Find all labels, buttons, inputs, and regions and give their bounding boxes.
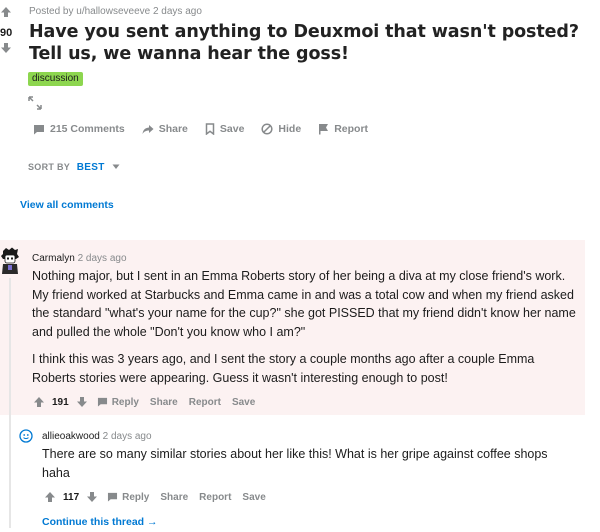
- comment-paragraph: I think this was 3 years ago, and I sent…: [32, 352, 535, 385]
- comment-author[interactable]: Carmalyn: [32, 253, 75, 264]
- share-button[interactable]: Share: [150, 397, 178, 408]
- sort-dropdown[interactable]: SORT BY BEST: [28, 162, 120, 173]
- share-icon: [142, 124, 154, 134]
- downvote-icon[interactable]: [0, 42, 12, 54]
- share-button[interactable]: Share: [142, 123, 188, 135]
- downvote-icon[interactable]: [86, 491, 98, 503]
- comments-button[interactable]: 215 Comments: [33, 123, 125, 135]
- chevron-down-icon: [112, 164, 120, 169]
- view-all-comments-link[interactable]: View all comments: [20, 199, 114, 211]
- report-button[interactable]: Report: [318, 123, 368, 135]
- comment-time: 2 days ago: [102, 431, 152, 442]
- comment-score: 191: [52, 396, 69, 408]
- comment-meta: allieoakwood 2 days ago: [42, 431, 152, 442]
- continue-thread-label: Continue this thread: [42, 516, 145, 528]
- report-label: Report: [334, 123, 369, 135]
- save-label: Save: [219, 123, 245, 135]
- upvote-icon[interactable]: [33, 396, 45, 408]
- continue-thread-link[interactable]: Continue this thread →: [42, 516, 158, 528]
- comment-paragraph: There are so many similar stories about …: [42, 447, 548, 480]
- report-button[interactable]: Report: [199, 492, 231, 503]
- comment-author[interactable]: allieoakwood: [42, 431, 100, 442]
- hide-label: Hide: [278, 123, 302, 135]
- downvote-icon[interactable]: [76, 396, 88, 408]
- comment-actions: 191 Reply Share Report Save: [33, 396, 266, 408]
- arrow-right-icon: →: [147, 516, 158, 528]
- hide-icon: [261, 123, 273, 135]
- comment-icon: [108, 492, 118, 502]
- post-meta: Posted by u/hallowseveeve 2 days ago: [29, 6, 202, 17]
- reply-label: Reply: [111, 396, 139, 408]
- hide-button[interactable]: Hide: [261, 123, 301, 135]
- bookmark-icon: [205, 123, 215, 135]
- comment-body: There are so many similar stories about …: [42, 445, 570, 482]
- save-button[interactable]: Save: [242, 492, 265, 503]
- comment-body: Nothing major, but I sent in an Emma Rob…: [32, 267, 578, 387]
- reply-label: Reply: [122, 491, 150, 503]
- sort-value: BEST: [76, 162, 105, 173]
- upvote-icon[interactable]: [0, 6, 12, 18]
- save-button[interactable]: Save: [205, 123, 245, 135]
- share-label: Share: [158, 123, 188, 135]
- comment-time: 2 days ago: [77, 253, 127, 264]
- comment-icon: [97, 397, 107, 407]
- reply-button[interactable]: Reply: [97, 397, 139, 408]
- reply-button[interactable]: Reply: [107, 492, 149, 503]
- post-flair[interactable]: discussion: [28, 72, 83, 86]
- share-button[interactable]: Share: [160, 492, 188, 503]
- comments-label: 215 Comments: [50, 123, 125, 135]
- comment-meta: Carmalyn 2 days ago: [32, 253, 127, 264]
- upvote-icon[interactable]: [44, 491, 56, 503]
- avatar[interactable]: [19, 429, 33, 443]
- save-button[interactable]: Save: [232, 397, 255, 408]
- comment-actions: 117 Reply Share Report Save: [44, 491, 277, 503]
- flag-icon: [319, 124, 329, 135]
- comment-score: 117: [63, 491, 80, 503]
- avatar[interactable]: [0, 247, 20, 275]
- post-actions: 215 Comments Share Save Hide Report: [33, 123, 385, 135]
- expand-icon[interactable]: [28, 96, 42, 110]
- sort-label: SORT BY: [28, 162, 70, 172]
- comment-paragraph: Nothing major, but I sent in an Emma Rob…: [32, 269, 576, 339]
- report-button[interactable]: Report: [189, 397, 221, 408]
- post-title[interactable]: Have you sent anything to Deuxmoi that w…: [29, 21, 594, 65]
- thread-line[interactable]: [9, 278, 11, 528]
- comment-icon: [34, 124, 44, 134]
- post-score: 90: [0, 27, 13, 39]
